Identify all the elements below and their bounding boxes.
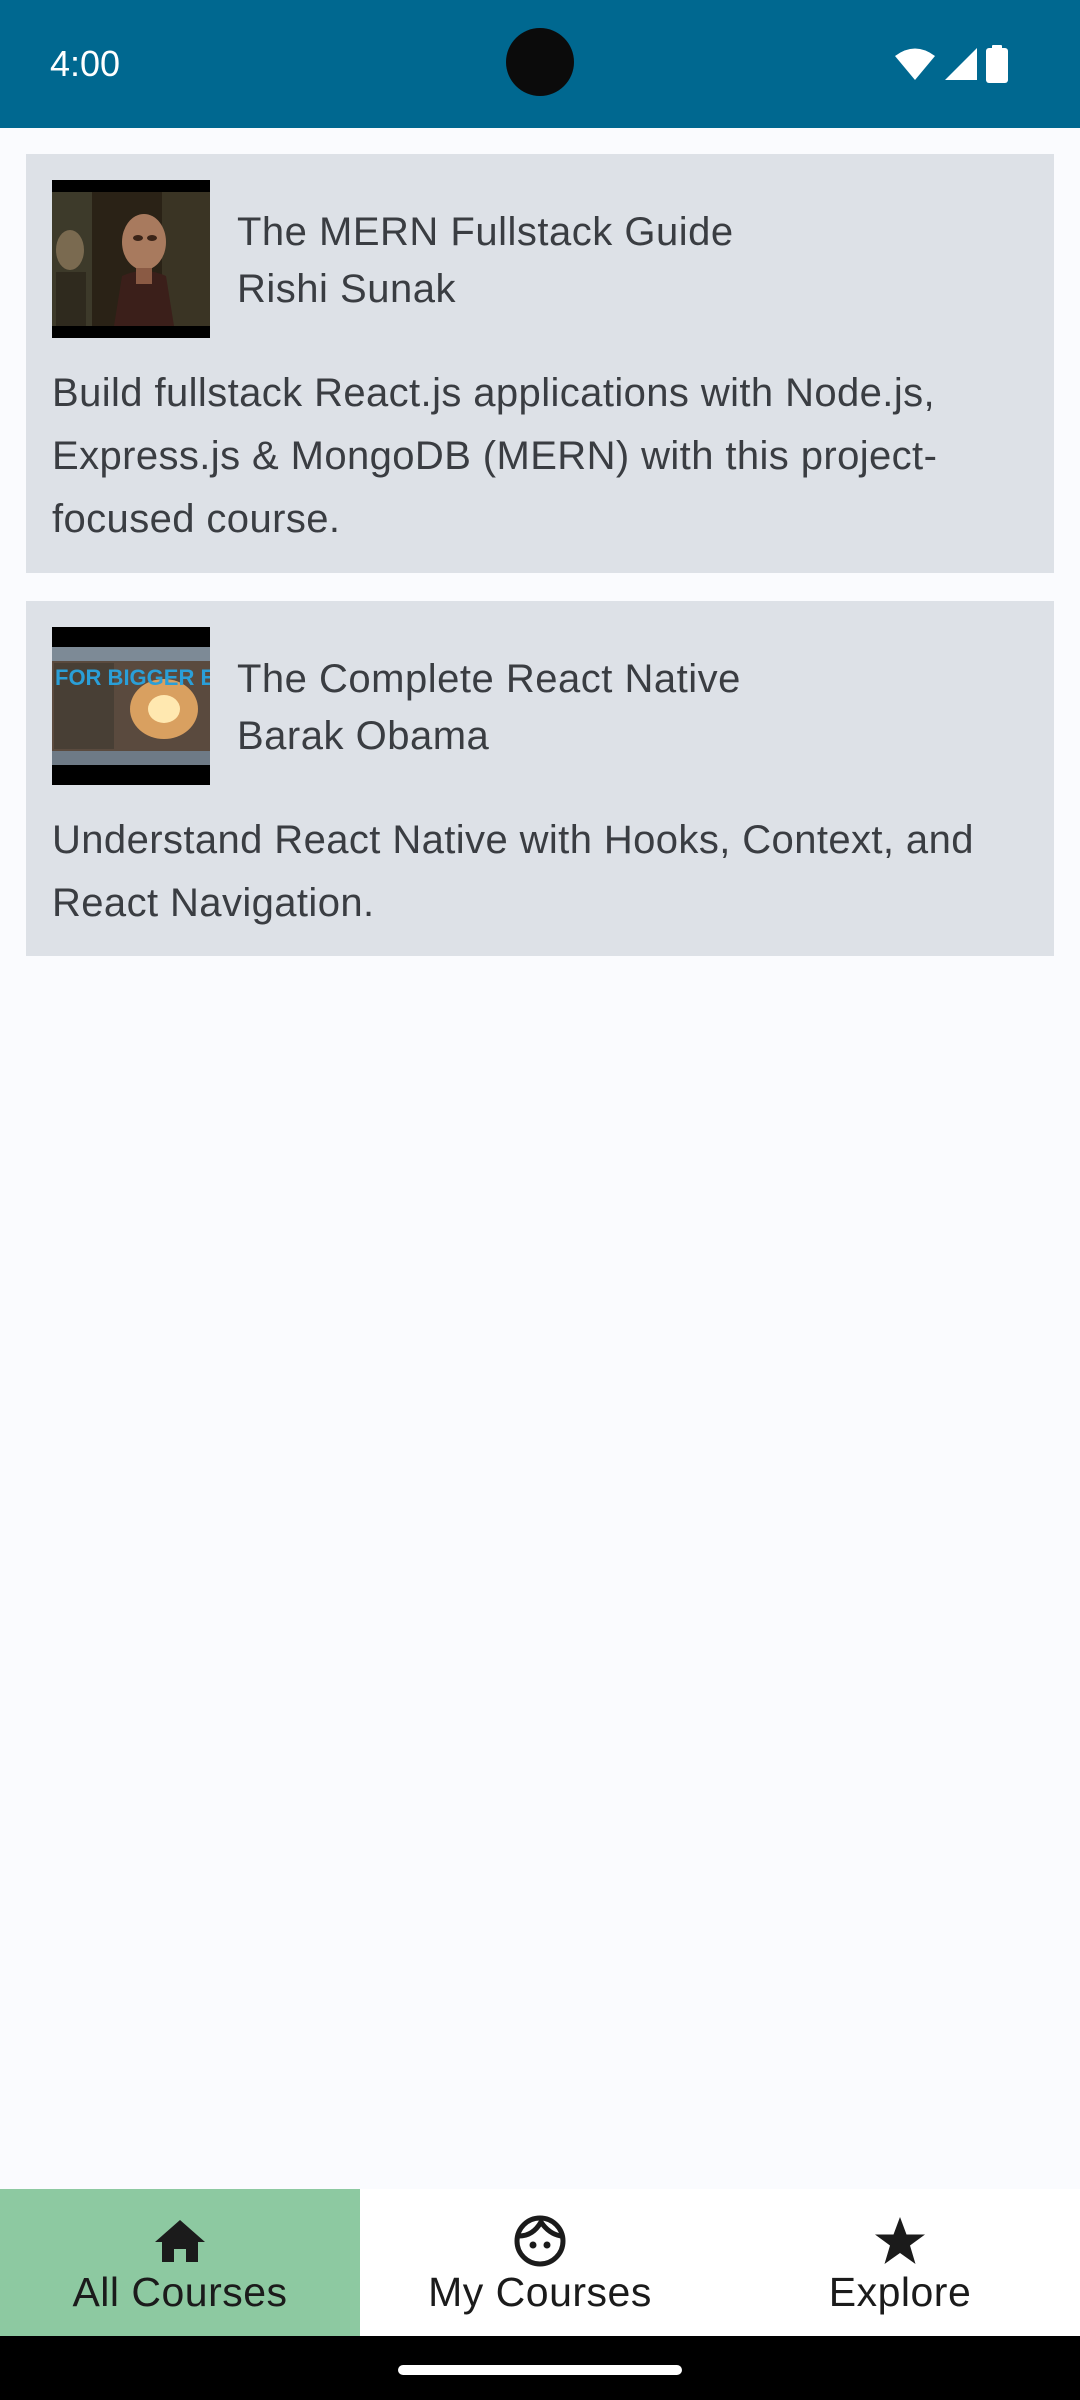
- course-description: Understand React Native with Hooks, Cont…: [52, 818, 974, 925]
- status-icons: [894, 44, 1008, 84]
- status-bar: 4:00: [0, 0, 1080, 128]
- bottom-navigation: All Courses My Courses Explore: [0, 2189, 1080, 2336]
- course-card[interactable]: FOR BIGGER ESCAPES The Complete React Na…: [26, 601, 1054, 956]
- system-navigation-bar: [0, 2336, 1080, 2400]
- status-time: 4:00: [50, 43, 121, 84]
- camera-cutout: [506, 28, 574, 96]
- nav-tab-all-courses[interactable]: All Courses: [0, 2189, 360, 2336]
- gesture-handle[interactable]: [398, 2365, 682, 2375]
- home-icon: [153, 2213, 207, 2269]
- face-icon: [513, 2213, 567, 2269]
- course-card[interactable]: The MERN Fullstack Guide Rishi Sunak Bui…: [26, 154, 1054, 573]
- nav-label: Explore: [828, 2269, 972, 2315]
- course-thumbnail: [52, 180, 210, 338]
- course-list: The MERN Fullstack Guide Rishi Sunak Bui…: [26, 154, 1054, 984]
- course-thumbnail: FOR BIGGER ESCAPES: [52, 627, 210, 785]
- cellular-signal-icon: [944, 47, 978, 81]
- nav-label: My Courses: [428, 2269, 652, 2315]
- wifi-icon: [894, 47, 936, 81]
- course-title: The MERN Fullstack Guide: [237, 210, 734, 254]
- battery-icon: [986, 45, 1008, 83]
- course-author: Barak Obama: [237, 714, 490, 758]
- nav-tab-explore[interactable]: Explore: [720, 2189, 1080, 2336]
- course-author: Rishi Sunak: [237, 267, 456, 311]
- thumbnail-text: FOR BIGGER ESCAPES: [55, 665, 210, 690]
- nav-tab-my-courses[interactable]: My Courses: [360, 2189, 720, 2336]
- star-icon: [873, 2213, 927, 2269]
- nav-label: All Courses: [72, 2269, 288, 2315]
- course-title: The Complete React Native: [237, 657, 741, 701]
- course-description: Build fullstack React.js applications wi…: [52, 371, 938, 541]
